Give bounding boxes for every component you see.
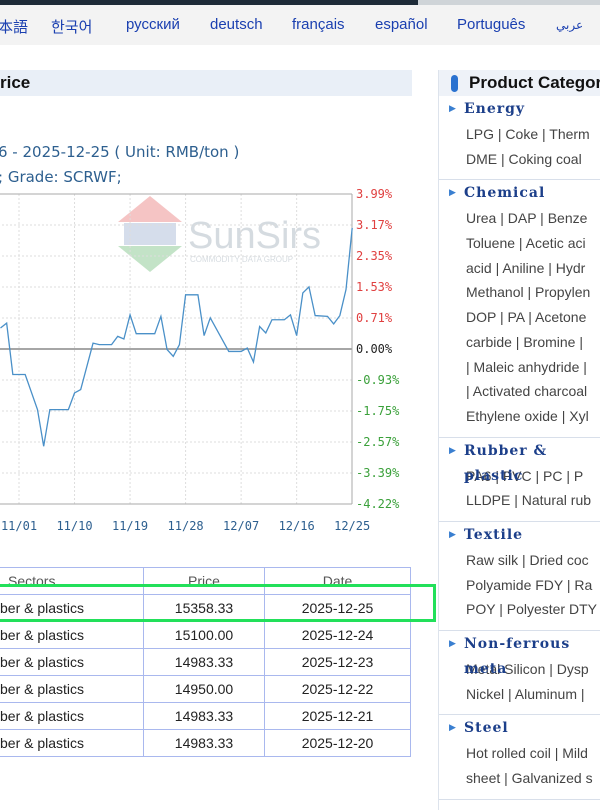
pill-icon — [451, 75, 458, 92]
y-tick-label: 0.00% — [356, 342, 393, 356]
table-row: ber & plastics 14983.33 2025-12-23 — [0, 648, 411, 676]
x-tick-label: 11/01 — [1, 519, 37, 533]
cell-price: 14983.33 — [143, 729, 265, 757]
triangle-right-icon: ▶ — [449, 188, 457, 199]
category-links[interactable]: DME | Coking coal — [439, 147, 600, 172]
cell-price: 14983.33 — [143, 702, 265, 730]
category-links[interactable]: POY | Polyester DTY — [439, 597, 600, 622]
cell-date: 2025-12-24 — [264, 621, 411, 649]
category-links[interactable]: Toluene | Acetic aci — [439, 231, 600, 256]
table-row: ber & plastics 15100.00 2025-12-24 — [0, 621, 411, 649]
x-tick-label: 12/16 — [279, 519, 315, 533]
category-links[interactable]: Urea | DAP | Benze — [439, 206, 600, 231]
category-title[interactable]: ▶ Non-ferrous meta — [439, 632, 600, 677]
watermark: SunSirs COMMODITY DATA GROUP — [118, 196, 321, 272]
svg-text:SunSirs: SunSirs — [188, 215, 321, 257]
triangle-right-icon: ▶ — [449, 445, 457, 456]
table-row: ber & plastics 14950.00 2025-12-22 — [0, 675, 411, 703]
category-links[interactable]: | Maleic anhydride | — [439, 355, 600, 380]
cell-price: 15100.00 — [143, 621, 265, 649]
category-links[interactable]: sheet | Galvanized s — [439, 766, 600, 791]
category-section: ▶ Steel Hot rolled coil | Mild sheet | Galv… — [439, 715, 600, 800]
category-section: ▶ Non-ferrous meta Metal Silicon | Dysp Nic… — [439, 631, 600, 716]
cell-price: 14950.00 — [143, 675, 265, 703]
category-title[interactable]: ▶ Steel — [439, 716, 600, 741]
y-tick-label: -2.57% — [356, 435, 400, 449]
category-links[interactable]: Hot rolled coil | Mild — [439, 741, 600, 766]
x-tick-label: 11/28 — [168, 519, 204, 533]
category-links[interactable]: Nickel | Aluminum | — [439, 682, 600, 707]
product-categories-sidebar: Product Categor ▶ Energy LPG | Coke | Ther… — [438, 70, 600, 810]
y-tick-label: -4.22% — [356, 497, 400, 511]
category-links[interactable]: Polyamide FDY | Ra — [439, 573, 600, 598]
cell-sector: ber & plastics — [0, 702, 144, 730]
category-title[interactable]: ▶ Textile — [439, 523, 600, 548]
category-section: ▶ Chemical Urea | DAP | Benze Toluene | Ace… — [439, 180, 600, 438]
series-line — [0, 227, 353, 447]
x-tick-label: 12/07 — [223, 519, 259, 533]
price-chart: SunSirs COMMODITY DATA GROUP 3.99% 3.17% 2… — [0, 187, 400, 533]
category-title[interactable]: ▶ Rubber & plastic — [439, 439, 600, 484]
cell-sector: ber & plastics — [0, 621, 144, 649]
x-tick-label: 12/25 — [334, 519, 370, 533]
cell-price: 14983.33 — [143, 648, 265, 676]
cell-date: 2025-12-23 — [264, 648, 411, 676]
category-links[interactable]: LPG | Coke | Therm — [439, 122, 600, 147]
category-links[interactable]: Ethylene oxide | Xyl — [439, 404, 600, 429]
sidebar-header: Product Categor — [439, 70, 600, 96]
triangle-right-icon: ▶ — [449, 639, 457, 649]
category-links[interactable]: DOP | PA | Acetone — [439, 305, 600, 330]
x-tick-label: 11/19 — [112, 519, 148, 533]
table-row: ber & plastics 14983.33 2025-12-21 — [0, 702, 411, 730]
y-tick-label: 3.17% — [356, 218, 393, 232]
category-section: ▶ Rubber & plastic PA6 | PVC | PC | P LLDPE… — [439, 438, 600, 522]
y-tick-label: 3.99% — [356, 187, 393, 201]
y-tick-label: 1.53% — [356, 280, 393, 294]
lang-portuguese[interactable]: Português — [457, 16, 525, 33]
category-links[interactable]: acid | Aniline | Hydr — [439, 256, 600, 281]
y-tick-label: -1.75% — [356, 404, 400, 418]
y-tick-label: 2.35% — [356, 249, 393, 263]
category-section: ▶ Textile Raw silk | Dried coc Polyamide FD… — [439, 522, 600, 631]
y-tick-label: -3.39% — [356, 466, 400, 480]
category-links[interactable]: Raw silk | Dried coc — [439, 548, 600, 573]
category-links[interactable]: | Activated charcoal — [439, 379, 600, 404]
y-tick-label: 0.71% — [356, 311, 393, 325]
x-tick-label: 11/10 — [56, 519, 92, 533]
triangle-right-icon: ▶ — [449, 104, 457, 114]
category-section: ▶ Energy LPG | Coke | Therm DME | Coking co… — [439, 96, 600, 181]
cell-sector: ber & plastics — [0, 729, 144, 757]
triangle-right-icon: ▶ — [449, 529, 457, 540]
sidebar-title: Product Categor — [469, 73, 600, 92]
cell-sector: ber & plastics — [0, 675, 144, 703]
category-title[interactable]: ▶ Energy — [439, 97, 600, 122]
category-links[interactable]: LLDPE | Natural rub — [439, 488, 600, 513]
highlight-box — [0, 584, 436, 622]
table-row: ber & plastics 14983.33 2025-12-20 — [0, 729, 411, 757]
cell-date: 2025-12-21 — [264, 702, 411, 730]
y-tick-label: -0.93% — [356, 373, 400, 387]
cell-date: 2025-12-22 — [264, 675, 411, 703]
category-links[interactable]: Methanol | Propylen — [439, 280, 600, 305]
triangle-right-icon: ▶ — [449, 723, 457, 734]
cell-sector: ber & plastics — [0, 648, 144, 676]
category-links[interactable]: carbide | Bromine | — [439, 330, 600, 355]
category-title[interactable]: ▶ Chemical — [439, 181, 600, 206]
cell-date: 2025-12-20 — [264, 729, 411, 757]
lang-arabic[interactable]: عربي — [556, 18, 583, 32]
